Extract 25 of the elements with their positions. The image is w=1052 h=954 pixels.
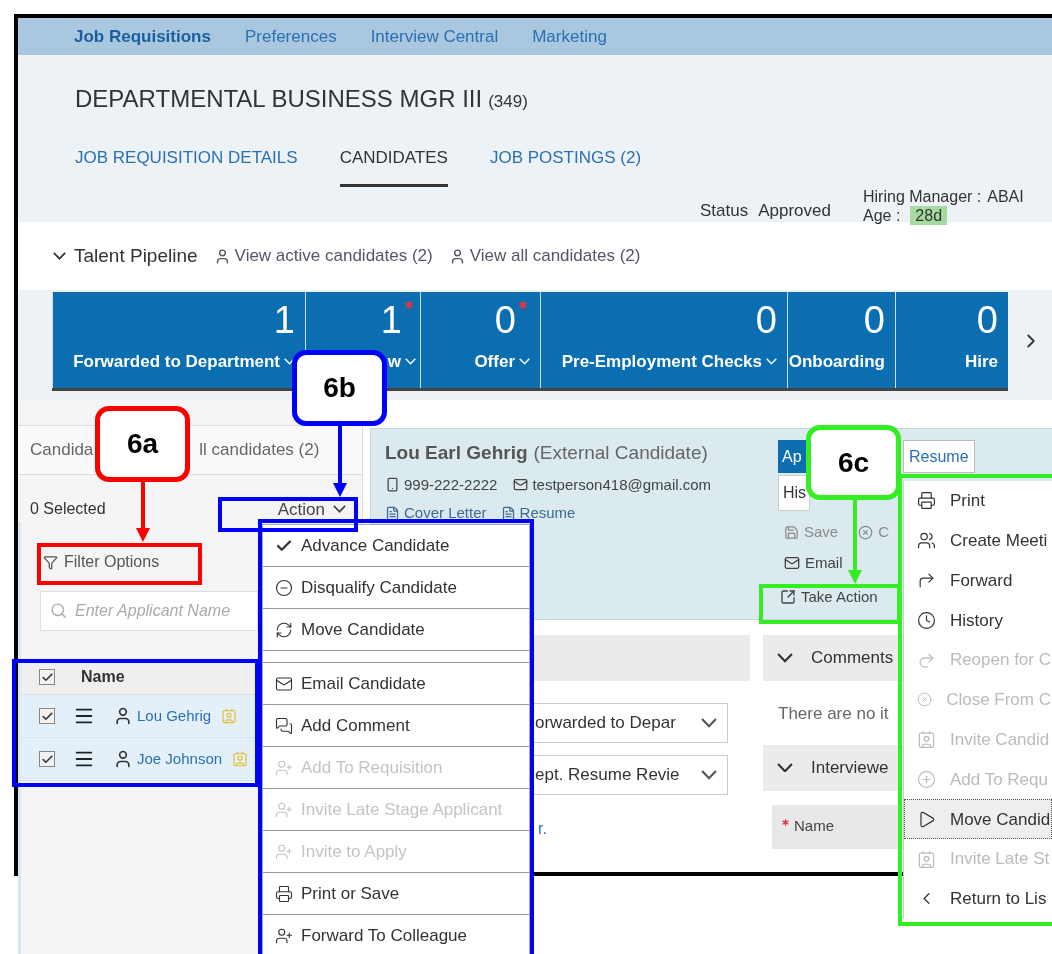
section-title: Talent Pipeline <box>74 243 198 268</box>
status-label: Status <box>700 200 749 223</box>
callout-label: 6a <box>95 406 190 482</box>
stage-count: 0 <box>755 298 777 342</box>
email-address: testperson418@gmail.com <box>532 474 712 495</box>
selected-count: 0 Selected <box>30 499 106 519</box>
stage-count: 1 <box>380 298 402 342</box>
age-badge: 28d <box>910 206 948 225</box>
callout-label: 6c <box>806 425 901 500</box>
stage-count: 0 <box>494 298 516 342</box>
column-title: Name <box>81 667 125 687</box>
candidate-type: (External Candidate) <box>533 441 708 465</box>
status-value: Approved <box>758 200 831 223</box>
hiring-manager-label: Hiring Manager : <box>863 187 982 206</box>
requisition-title: DEPARTMENTAL BUSINESS MGR III <box>75 84 483 114</box>
hiring-manager-value: ABAI <box>987 187 1024 206</box>
phone-number: 999-222-2222 <box>404 474 498 495</box>
candidate-name: Lou Earl Gehrig <box>385 441 528 465</box>
empty-message: There are no it <box>777 703 890 725</box>
age-label: Age : <box>863 206 901 225</box>
callout-label: 6b <box>292 350 387 426</box>
stage-count: 0 <box>976 298 998 342</box>
stage-count: 1 <box>273 298 295 342</box>
stage-count: 0 <box>863 298 885 342</box>
requisition-count: (349) <box>488 91 528 113</box>
